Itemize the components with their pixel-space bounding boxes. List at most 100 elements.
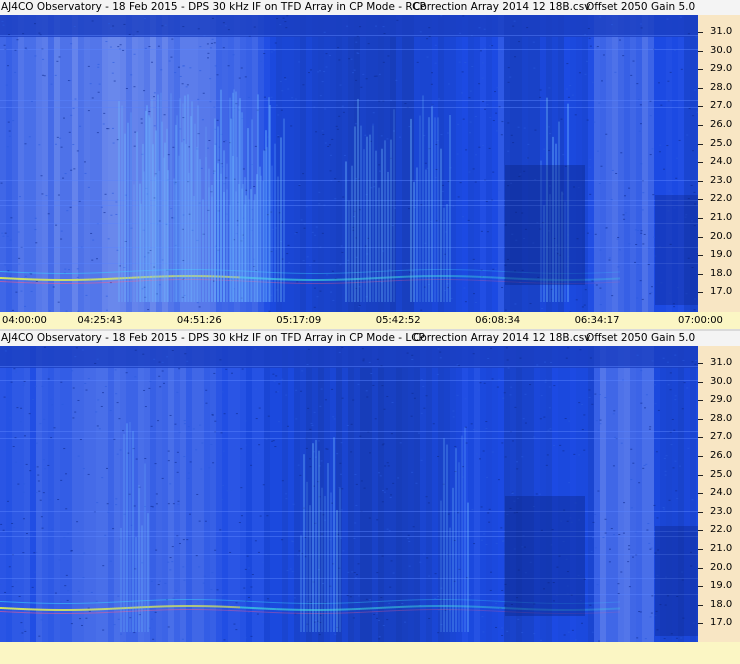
- spectro-texture: [300, 278, 302, 281]
- y-tick-label: 20.0: [710, 231, 733, 242]
- spectro-texture: [600, 165, 603, 167]
- spectro-texture: [30, 278, 32, 281]
- spectro-texture: [393, 109, 395, 302]
- spectro-texture: [668, 499, 671, 501]
- spectro-texture: [325, 53, 328, 55]
- spectro-texture: [322, 278, 324, 281]
- spectro-texture: [524, 422, 527, 424]
- spectro-texture: [148, 46, 151, 48]
- spectro-texture: [52, 602, 54, 604]
- spectro-texture: [281, 90, 284, 92]
- spectro-texture: [50, 83, 53, 85]
- spectro-texture: [169, 569, 172, 571]
- spectro-texture: [420, 309, 423, 311]
- spectro-texture: [598, 102, 601, 104]
- spectro-texture: [272, 373, 275, 375]
- spectro-texture: [618, 611, 620, 613]
- spectro-texture: [277, 136, 280, 138]
- spectro-texture: [380, 600, 382, 602]
- spectro-texture: [462, 269, 464, 271]
- spectro-texture: [8, 130, 11, 132]
- spectro-texture: [475, 430, 478, 432]
- spectro-texture: [163, 114, 166, 116]
- spectro-texture: [252, 607, 254, 610]
- spectro-texture: [378, 606, 380, 609]
- spectro-texture: [182, 539, 185, 541]
- spectro-texture: [227, 29, 230, 31]
- spectro-texture: [34, 278, 36, 281]
- spectro-texture: [280, 602, 282, 604]
- spectro-texture: [339, 488, 341, 632]
- spectro-texture: [186, 346, 192, 642]
- spectro-texture: [549, 428, 552, 430]
- spectro-texture: [282, 608, 284, 611]
- spectro-texture: [482, 606, 484, 609]
- spectro-texture: [618, 534, 621, 536]
- spectro-texture: [384, 606, 386, 609]
- spectro-texture: [54, 602, 56, 604]
- spectro-texture: [202, 605, 204, 608]
- spectro-texture: [0, 438, 698, 439]
- spectro-texture: [150, 618, 153, 620]
- spectro-texture: [161, 25, 164, 27]
- spectro-texture: [248, 199, 250, 302]
- spectro-texture: [290, 282, 292, 284]
- spectro-texture: [176, 599, 178, 601]
- spectro-texture: [220, 499, 223, 501]
- spectro-texture: [636, 83, 639, 85]
- spectro-texture: [60, 278, 62, 281]
- spectro-texture: [494, 280, 496, 282]
- spectro-texture: [51, 404, 54, 406]
- spectro-texture: [190, 599, 192, 601]
- spectro-texture: [468, 275, 470, 278]
- spectro-texture: [153, 96, 156, 98]
- spectro-texture: [20, 607, 22, 610]
- spectro-texture: [144, 463, 146, 632]
- spectro-texture: [262, 601, 264, 603]
- spectro-texture: [157, 420, 160, 422]
- spectro-texture: [0, 346, 698, 368]
- spectro-texture: [210, 346, 216, 642]
- spectro-texture: [502, 610, 504, 612]
- spectro-texture: [123, 23, 126, 25]
- spectro-texture: [586, 602, 588, 604]
- spectro-texture: [178, 609, 180, 611]
- spectro-texture: [434, 597, 437, 599]
- spectro-texture: [100, 282, 102, 284]
- spectro-texture: [341, 105, 344, 107]
- spectrogram-lcp[interactable]: [0, 346, 698, 642]
- spectro-texture: [292, 503, 295, 505]
- spectro-texture: [68, 602, 70, 604]
- spectro-texture: [148, 387, 151, 389]
- spectro-texture: [514, 303, 517, 305]
- spectro-texture: [40, 272, 42, 274]
- spectro-texture: [7, 121, 10, 123]
- spectro-texture: [216, 605, 218, 608]
- spectro-texture: [298, 183, 301, 185]
- spectro-texture: [424, 162, 427, 164]
- spectro-texture: [340, 278, 342, 281]
- spectro-texture: [324, 272, 326, 274]
- spectro-texture: [496, 280, 498, 282]
- spectrogram-rcp[interactable]: [0, 15, 698, 312]
- spectro-texture: [242, 168, 245, 170]
- spectro-texture: [6, 611, 8, 613]
- spectro-texture: [630, 346, 636, 642]
- spectro-texture: [212, 605, 214, 608]
- spectro-texture: [153, 125, 156, 127]
- spectro-texture: [406, 269, 408, 271]
- spectro-texture: [480, 599, 482, 601]
- spectro-texture: [204, 599, 206, 601]
- spectro-texture: [22, 518, 25, 520]
- spectro-texture: [692, 150, 695, 152]
- spectro-texture: [149, 380, 152, 382]
- spectro-texture: [35, 442, 38, 444]
- spectro-texture: [323, 31, 326, 33]
- spectro-texture: [26, 612, 28, 614]
- spectro-texture: [422, 609, 424, 611]
- spectro-texture: [658, 151, 661, 153]
- spectro-texture: [532, 41, 535, 43]
- spectro-texture: [306, 364, 309, 366]
- spectro-texture: [16, 611, 18, 613]
- spectro-texture: [203, 575, 206, 577]
